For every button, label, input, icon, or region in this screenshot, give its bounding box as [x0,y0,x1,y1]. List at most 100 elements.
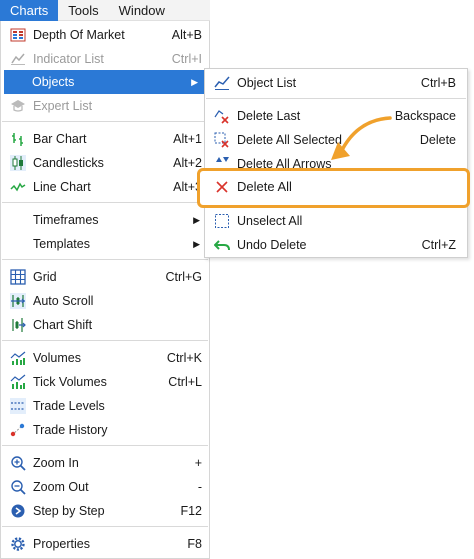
menu-item-step-by-step[interactable]: Step by Step F12 [2,499,208,523]
shortcut-label: Backspace [394,109,456,123]
shortcut-label: F12 [180,504,202,518]
menu-item-label: Zoom Out [33,480,89,494]
submenu-arrow-icon: ▶ [191,77,198,87]
menu-separator [2,259,208,260]
menu-tools[interactable]: Tools [58,0,108,21]
menu-separator [2,202,208,203]
bar-chart-icon [10,131,26,147]
zoom-in-icon [10,455,26,471]
menu-item-label: Delete Last [237,109,301,123]
depth-of-market-icon [10,27,26,43]
shortcut-label: Ctrl+K [166,351,202,365]
auto-scroll-icon [10,293,26,309]
menu-item-label: Expert List [33,99,93,113]
menu-item-bar-chart[interactable]: Bar Chart Alt+1 [2,127,208,151]
trade-levels-icon [10,398,26,414]
shortcut-label: F8 [187,537,202,551]
shortcut-label: Ctrl+B [420,76,456,90]
delete-selected-icon [214,132,230,148]
menu-item-label: Undo Delete [237,238,307,252]
menu-item-label: Trade Levels [33,399,105,413]
menu-item-label: Object List [237,76,297,90]
submenu-item-delete-all[interactable]: Delete All [205,174,465,200]
chart-shift-icon [10,317,26,333]
menu-item-label: Delete All [237,179,292,194]
menu-item-label: Timeframes [33,213,99,227]
tick-volumes-icon [10,374,26,390]
menu-item-label: Indicator List [33,52,104,66]
shortcut-label: Ctrl+G [165,270,202,284]
menu-item-templates[interactable]: Templates ▶ [2,232,208,256]
delete-icon [215,180,229,194]
menu-item-label: Tick Volumes [33,375,107,389]
menu-item-label: Depth Of Market [33,28,125,42]
step-by-step-icon [10,503,26,519]
menu-item-zoom-out[interactable]: Zoom Out - [2,475,208,499]
menu-item-label: Objects [32,75,75,89]
submenu-item-object-list[interactable]: Object List Ctrl+B [206,71,466,95]
menu-item-chart-shift[interactable]: Chart Shift [2,313,208,337]
menu-item-zoom-in[interactable]: Zoom In + [2,451,208,475]
menu-separator [206,98,466,99]
zoom-out-icon [10,479,26,495]
shortcut-label: + [194,456,202,470]
menu-separator [2,526,208,527]
shortcut-label: Delete [419,133,456,147]
menu-item-label: Bar Chart [33,132,87,146]
menu-item-tick-volumes[interactable]: Tick Volumes Ctrl+L [2,370,208,394]
charts-menu: Depth Of Market Alt+B Indicator List Ctr… [0,21,210,559]
pointer-arrow-icon [326,112,396,168]
menu-item-grid[interactable]: Grid Ctrl+G [2,265,208,289]
menu-item-volumes[interactable]: Volumes Ctrl+K [2,346,208,370]
menu-item-line-chart[interactable]: Line Chart Alt+3 [2,175,208,199]
unselect-all-icon [214,213,230,229]
submenu-item-unselect-all[interactable]: Unselect All [206,209,466,233]
menu-item-label: Volumes [33,351,81,365]
menu-charts[interactable]: Charts [0,0,59,21]
menu-item-label: Zoom In [33,456,79,470]
gear-icon [10,536,26,552]
menu-window[interactable]: Window [109,0,175,21]
shortcut-label: Ctrl+L [168,375,202,389]
menu-item-trade-history[interactable]: Trade History [2,418,208,442]
menu-item-objects[interactable]: Objects ▶ [4,70,206,94]
menu-bar: Charts Tools Window [0,0,210,21]
menu-separator [2,445,208,446]
shortcut-label: - [197,480,202,494]
menu-item-label: Unselect All [237,214,303,228]
shortcut-label: Alt+1 [173,132,202,146]
menu-item-candlesticks[interactable]: Candlesticks Alt+2 [2,151,208,175]
expert-list-icon [10,98,26,114]
shortcut-label: Alt+B [171,28,202,42]
menu-separator [2,121,208,122]
volumes-icon [10,350,26,366]
submenu-arrow-icon: ▶ [193,239,200,249]
candlesticks-icon [10,155,26,171]
menu-item-label: Templates [33,237,90,251]
menu-item-timeframes[interactable]: Timeframes ▶ [2,208,208,232]
delete-last-icon [214,108,230,124]
menu-item-label: Trade History [33,423,108,437]
menu-item-expert-list[interactable]: Expert List [2,94,208,118]
menu-item-label: Step by Step [33,504,105,518]
line-chart-icon [10,179,26,195]
menu-item-label: Chart Shift [33,318,93,332]
submenu-arrow-icon: ▶ [193,215,200,225]
menu-item-trade-levels[interactable]: Trade Levels [2,394,208,418]
menu-item-properties[interactable]: Properties F8 [2,532,208,556]
menu-item-label: Grid [33,270,57,284]
menu-item-label: Properties [33,537,90,551]
menu-item-label: Candlesticks [33,156,104,170]
menu-item-auto-scroll[interactable]: Auto Scroll [2,289,208,313]
indicator-list-icon [10,51,26,67]
grid-icon [10,269,26,285]
menu-item-depth-of-market[interactable]: Depth Of Market Alt+B [2,23,208,47]
menu-item-label: Auto Scroll [33,294,94,308]
submenu-item-undo-delete[interactable]: Undo Delete Ctrl+Z [206,233,466,257]
trade-history-icon [10,422,26,438]
menu-separator [2,340,208,341]
object-list-icon [214,75,230,91]
shortcut-label: Ctrl+I [171,52,202,66]
shortcut-label: Ctrl+Z [421,238,456,252]
menu-item-indicator-list[interactable]: Indicator List Ctrl+I [2,47,208,71]
